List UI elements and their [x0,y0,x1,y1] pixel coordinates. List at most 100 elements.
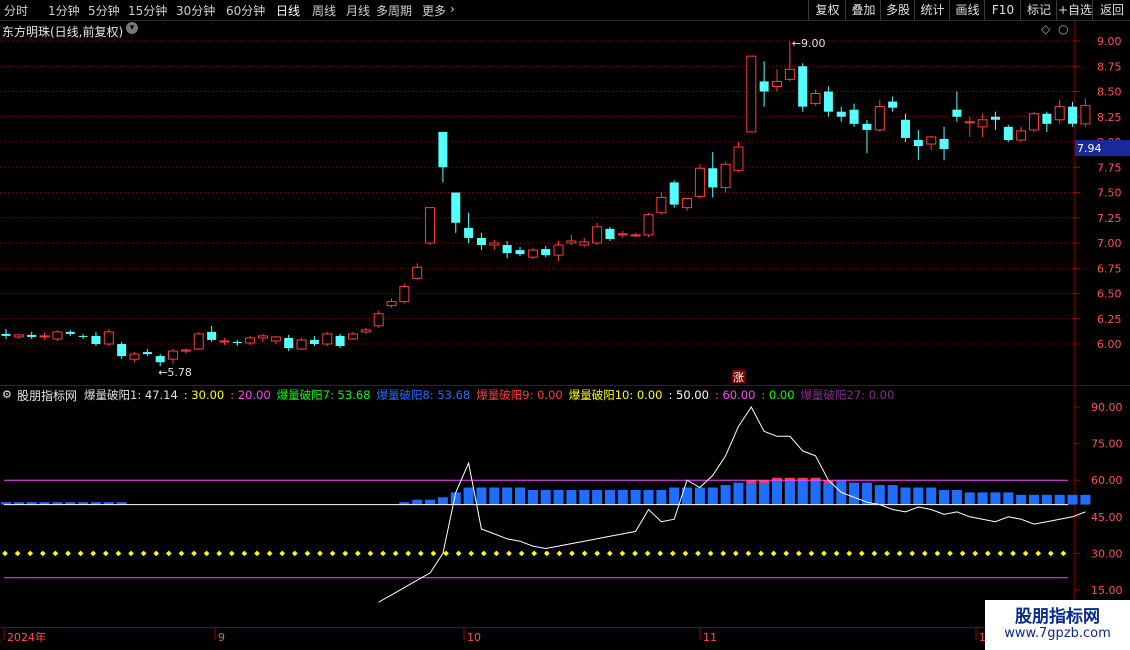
candle-body-12 [155,356,165,363]
yellow-dot [128,550,134,557]
candle-body-24 [309,339,319,344]
candle-body-54 [694,167,705,198]
yellow-dot [115,550,122,557]
candle-body-69 [888,101,898,108]
candle-body-56 [720,163,731,188]
yellow-dot [455,550,462,557]
price-tick-label-6: 7.50 [1097,187,1122,200]
ind-bar-78 [1003,492,1014,505]
price-tick-label-1: 8.75 [1097,60,1122,73]
yellow-dot [254,550,260,557]
yellow-dot [77,550,84,557]
yellow-dot [871,550,878,557]
candle-body-2 [27,334,37,337]
ind-bar-45 [579,489,590,505]
yellow-dot [795,550,802,557]
ind-bar-43 [553,489,564,505]
candle-body-51 [656,197,667,214]
yellow-dot [732,550,739,557]
yellow-dot [102,550,109,557]
candle-body-47 [605,228,615,239]
yellow-dot [165,550,172,557]
candle-body-74 [952,109,962,117]
ind-bar-lower-59 [759,483,770,505]
ind-bar-48 [617,489,628,505]
price-tick-label-9: 6.75 [1097,262,1122,275]
legend-item-3: 爆量破阳7: 53.68 [276,388,371,402]
yellow-dot [846,550,853,557]
yellow-dot [632,550,638,557]
ind-tick-label-4: 30.00 [1091,547,1123,560]
ind-bar-77 [990,492,1001,505]
yellow-dot [657,550,664,557]
candle-body-33 [425,207,436,244]
legend-item-10: 爆量破阳27: 0.00 [800,388,895,402]
candle-body-71 [913,139,923,147]
candle-body-16 [207,331,217,340]
price-tick-label-5: 7.75 [1097,161,1122,174]
ind-bar-49 [630,489,641,505]
yellow-dot [291,550,298,557]
yellow-dot [1035,550,1042,557]
ind-bar-lower-63 [810,480,821,505]
yellow-dot [682,550,689,557]
candle-body-23 [296,339,307,350]
yellow-dot [153,550,160,557]
kline-chart[interactable]: 9.008.758.508.258.007.757.507.257.006.75… [0,0,1130,650]
yellow-dot [506,550,512,557]
yellow-dot [380,550,386,557]
candle-body-32 [412,266,423,279]
ind-bar-52 [669,487,680,505]
ind-bar-38 [489,487,500,505]
yellow-dot [644,550,651,557]
watermark-title: 股朋指标网 [1015,607,1100,627]
ind-bar-lower-64 [823,483,834,505]
candle-body-18 [232,341,242,343]
ind-bar-75 [964,492,975,505]
price-tick-label-11: 6.25 [1097,313,1122,326]
yellow-dot [65,550,71,557]
indicator-gear-icon[interactable]: ⚙ [2,388,12,401]
ind-bar-70 [900,487,911,505]
yellow-dot [669,550,676,557]
yellow-dot [833,550,840,557]
ind-bar-73 [939,489,950,505]
yellow-dot [493,550,500,557]
ind-bar-79 [1016,494,1027,505]
yellow-dot [14,550,21,557]
candle-body-41 [527,249,538,258]
ind-bar-81 [1041,494,1052,505]
candle-body-59 [759,81,769,92]
candle-body-29 [373,313,384,327]
yellow-dot [405,550,412,557]
candle-body-15 [193,333,204,350]
candle-body-75 [964,121,975,124]
yellow-dot [266,550,273,557]
date-label-1: 9 [218,631,225,644]
yellow-dot [317,550,323,557]
candle-body-39 [502,245,512,254]
candle-body-66 [849,109,859,124]
candle-body-61 [784,68,795,80]
yellow-dot [203,550,210,557]
candle-body-77 [990,116,1000,120]
ind-bar-66 [849,482,860,505]
candle-body-40 [515,250,525,255]
zhang-badge: 涨 [733,371,744,384]
price-tick-label-2: 8.50 [1097,86,1122,99]
ind-bar-50 [643,489,654,505]
yellow-dot [808,550,815,557]
ind-bar-51 [656,489,667,505]
yellow-dot [241,550,248,557]
yellow-dot [934,550,941,557]
candle-body-83 [1068,106,1078,124]
yellow-dot [329,550,336,557]
yellow-dot [518,550,525,557]
candle-body-70 [901,119,910,138]
candle-body-48 [617,233,628,236]
ind-bar-36 [463,487,474,505]
yellow-dot [594,550,601,557]
candle-body-45 [579,241,590,246]
candle-body-67 [862,123,872,130]
yellow-dot [543,550,550,557]
